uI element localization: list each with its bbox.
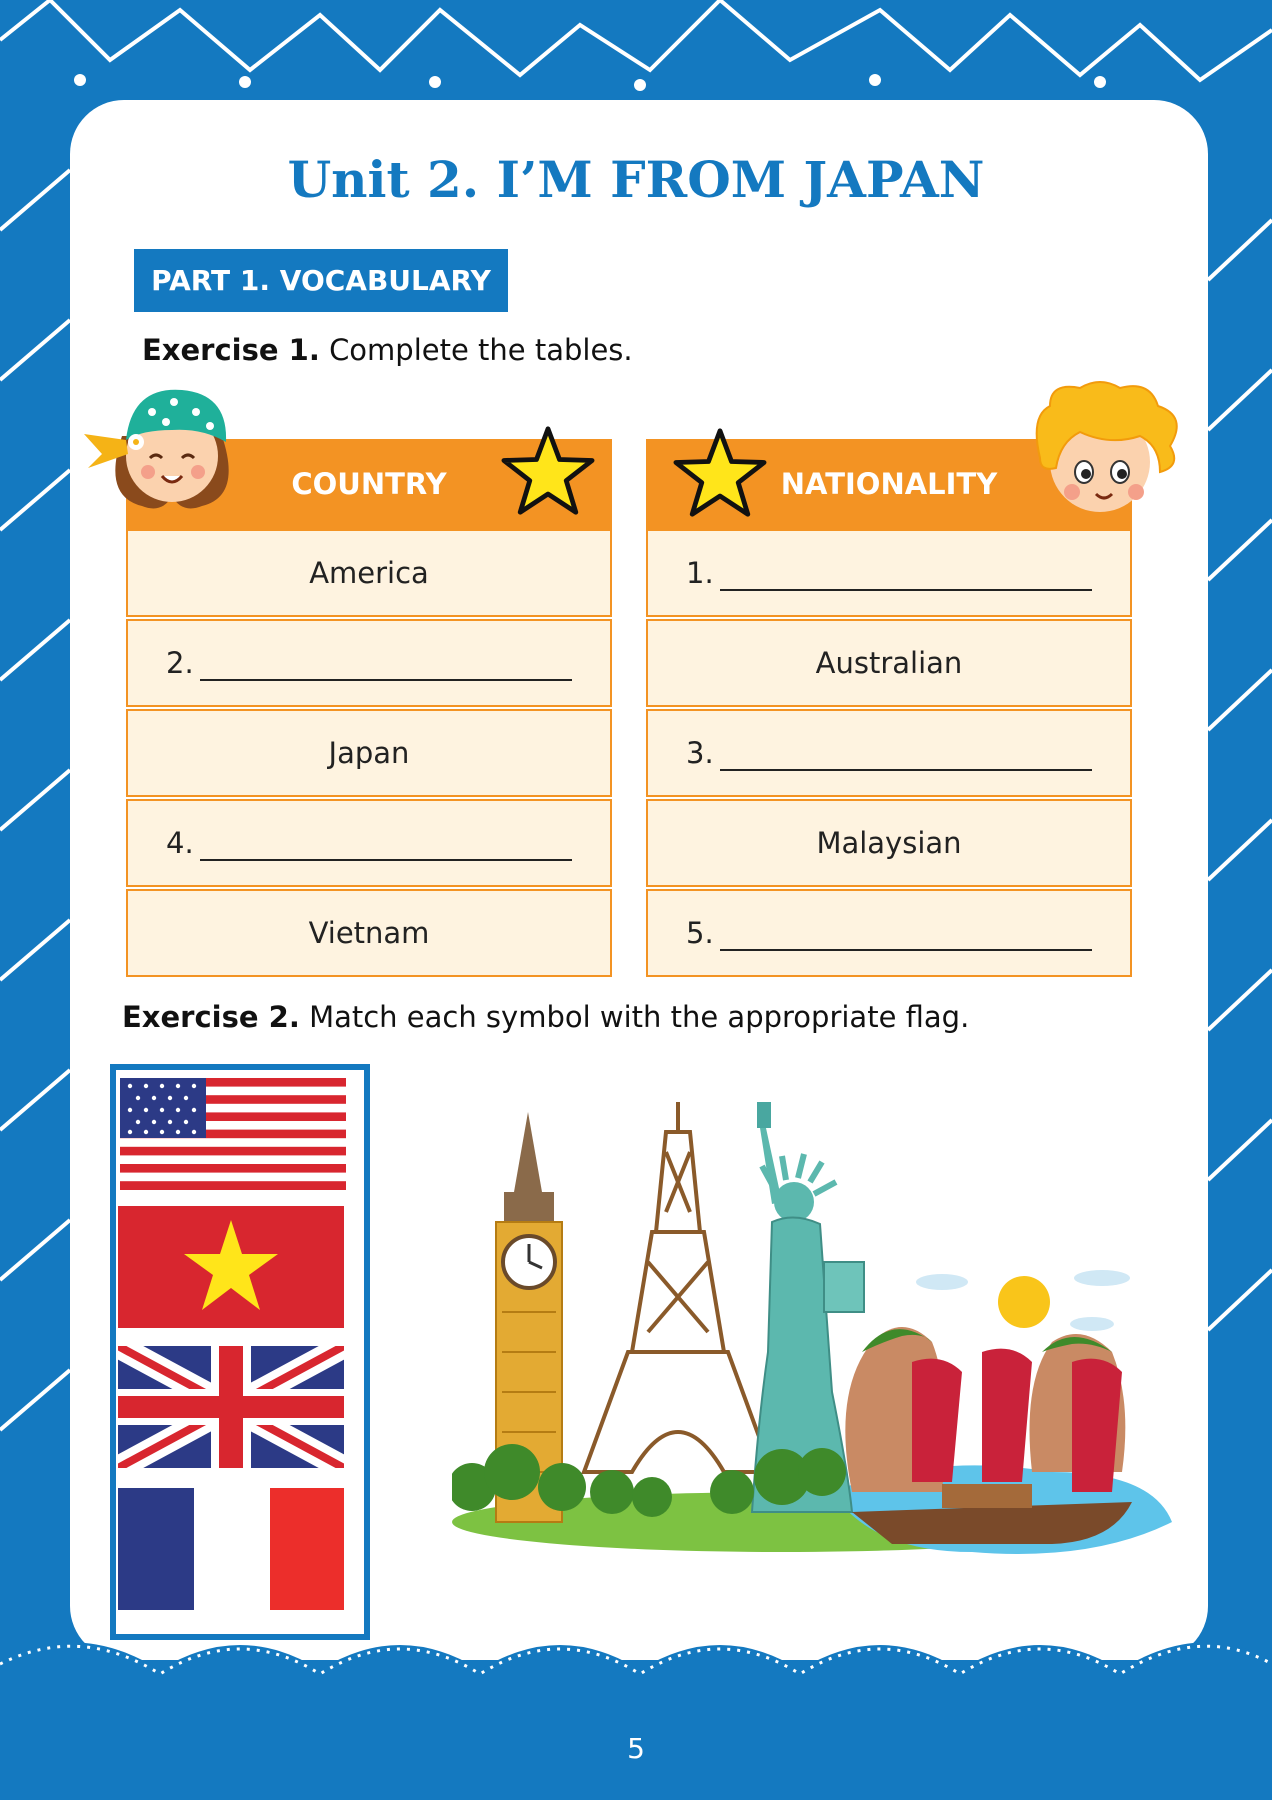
- ha-long-bay-icon: [845, 1327, 1132, 1544]
- nationality-cell-text: Malaysian: [816, 826, 962, 860]
- boy-mascot-icon: [1035, 381, 1178, 512]
- country-row-3: Japan: [126, 709, 612, 797]
- flag-column: [110, 1064, 370, 1640]
- country-answer-line[interactable]: [200, 679, 572, 681]
- nationality-cell-text: Australian: [815, 646, 963, 680]
- country-cell-text: America: [309, 556, 429, 590]
- country-row-5: Vietnam: [126, 889, 612, 977]
- star-icon: [673, 428, 767, 517]
- page-number: 5: [627, 1732, 645, 1765]
- country-row-2[interactable]: 2.: [126, 619, 612, 707]
- nationality-row-2: Australian: [646, 619, 1132, 707]
- unit-title: Unit 2. I’M FROM JAPAN: [287, 150, 985, 209]
- nationality-row-5[interactable]: 5.: [646, 889, 1132, 977]
- nationality-row-4: Malaysian: [646, 799, 1132, 887]
- exercise-1-text: Complete the tables.: [329, 333, 633, 367]
- country-answer-line[interactable]: [200, 859, 572, 861]
- vietnam-flag[interactable]: [118, 1206, 344, 1328]
- country-row-4[interactable]: 4.: [126, 799, 612, 887]
- exercise-2-instruction: Exercise 2. Match each symbol with the a…: [122, 1000, 969, 1034]
- uk-flag[interactable]: [118, 1346, 344, 1468]
- country-blank-number: 2.: [166, 646, 194, 680]
- nationality-row-3[interactable]: 3.: [646, 709, 1132, 797]
- nationality-row-1[interactable]: 1.: [646, 529, 1132, 617]
- exercise-2-label: Exercise 2.: [122, 1000, 300, 1034]
- exercise-1-label: Exercise 1.: [142, 333, 320, 367]
- landmarks-illustration: [452, 1102, 1172, 1554]
- usa-flag[interactable]: [120, 1078, 346, 1190]
- nationality-answer-line[interactable]: [720, 949, 1092, 951]
- nationality-header-label: NATIONALITY: [780, 467, 998, 501]
- country-header-label: COUNTRY: [291, 467, 447, 501]
- france-flag[interactable]: [118, 1488, 344, 1610]
- nationality-answer-line[interactable]: [720, 769, 1092, 771]
- country-cell-text: Vietnam: [308, 916, 430, 950]
- part-label: PART 1. VOCABULARY: [134, 249, 508, 312]
- exercise-2-text: Match each symbol with the appropriate f…: [309, 1000, 970, 1034]
- girl-mascot-icon: [84, 389, 229, 509]
- exercise-1-instruction: Exercise 1. Complete the tables.: [142, 333, 633, 367]
- nationality-blank-number: 3.: [686, 736, 714, 770]
- nationality-blank-number: 5.: [686, 916, 714, 950]
- country-cell-text: Japan: [328, 736, 410, 770]
- nationality-blank-number: 1.: [686, 556, 714, 590]
- eiffel-tower-icon: [581, 1102, 775, 1474]
- scalloped-border: [0, 1642, 1272, 1730]
- star-icon: [501, 426, 595, 515]
- country-blank-number: 4.: [166, 826, 194, 860]
- country-row-1: America: [126, 529, 612, 617]
- nationality-answer-line[interactable]: [720, 589, 1092, 591]
